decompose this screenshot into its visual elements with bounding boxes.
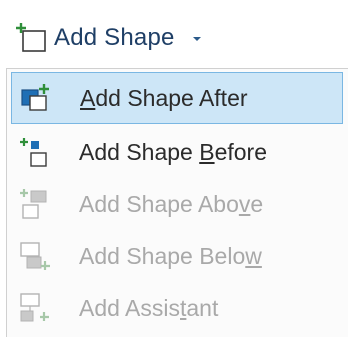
- add-shape-below-icon: [17, 239, 51, 273]
- menu-item-add-shape-below[interactable]: Add Shape Below: [7, 230, 348, 282]
- menu-item-label: Add Shape Before: [79, 138, 267, 165]
- menu-item-add-shape-above[interactable]: Add Shape Above: [7, 178, 348, 230]
- add-shape-before-icon: [17, 135, 51, 169]
- add-shape-after-icon: [18, 81, 52, 115]
- add-shape-dropdown-screen: Add Shape Add Shape After Add Shape Befo…: [0, 0, 348, 337]
- menu-item-add-shape-after[interactable]: Add Shape After: [11, 72, 343, 124]
- add-assistant-icon: [17, 291, 51, 325]
- add-shape-icon: [14, 21, 48, 55]
- menu-item-label: Add Assistant: [79, 294, 219, 321]
- menu-item-label: Add Shape Below: [79, 242, 262, 269]
- menu-item-label: Add Shape Above: [79, 190, 264, 217]
- menu-item-add-shape-before[interactable]: Add Shape Before: [7, 126, 348, 178]
- add-shape-button[interactable]: Add Shape: [6, 10, 266, 66]
- chevron-down-icon[interactable]: [191, 32, 203, 44]
- menu-item-add-assistant[interactable]: Add Assistant: [7, 282, 348, 334]
- add-shape-menu: Add Shape After Add Shape Before Add Sha…: [6, 68, 348, 337]
- add-shape-label: Add Shape: [54, 24, 175, 51]
- menu-item-label: Add Shape After: [80, 84, 248, 111]
- add-shape-above-icon: [17, 187, 51, 221]
